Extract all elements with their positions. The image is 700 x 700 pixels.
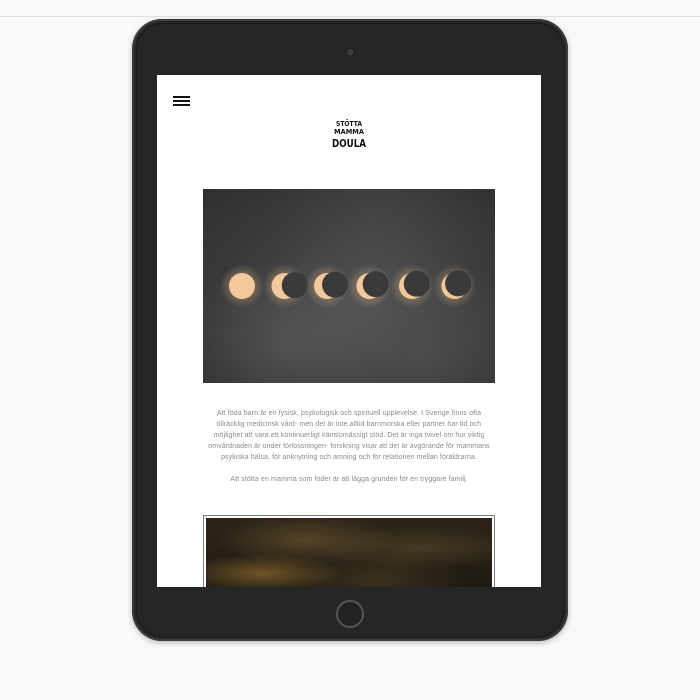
- moon-phases-row: [220, 264, 477, 308]
- intro-text-block: Att föda barn är en fysisk, psykologisk …: [203, 408, 495, 496]
- logo-line2: MAMMA: [334, 128, 365, 136]
- tablet-screen: STÖTTA MAMMA DOULA Att föda barn är en f…: [157, 75, 541, 587]
- home-button[interactable]: [336, 600, 364, 628]
- logo-line1: STÖTTA: [336, 119, 362, 128]
- moon-phase-3: [305, 264, 349, 308]
- forest-candle-image: [203, 515, 495, 587]
- tablet-frame: STÖTTA MAMMA DOULA Att föda barn är en f…: [132, 19, 568, 641]
- front-camera-icon: [347, 49, 354, 56]
- moon-phase-5: [390, 264, 434, 308]
- page-top-rule: [0, 16, 700, 17]
- moon-phase-2: [262, 264, 308, 308]
- logo-line3: DOULA: [332, 137, 366, 150]
- intro-paragraph-2: Att stötta en mamma som föder är att läg…: [230, 476, 468, 483]
- moon-phase-4: [347, 264, 392, 308]
- moon-phase-6: [432, 264, 477, 308]
- hamburger-menu-icon[interactable]: [173, 96, 190, 107]
- forest-candle-photo: [206, 518, 492, 587]
- site-logo[interactable]: STÖTTA MAMMA DOULA: [329, 117, 369, 151]
- moon-phase-1: [220, 264, 264, 308]
- moon-phases-image: [203, 189, 495, 383]
- intro-paragraph-1: Att föda barn är en fysisk, psykologisk …: [208, 410, 490, 461]
